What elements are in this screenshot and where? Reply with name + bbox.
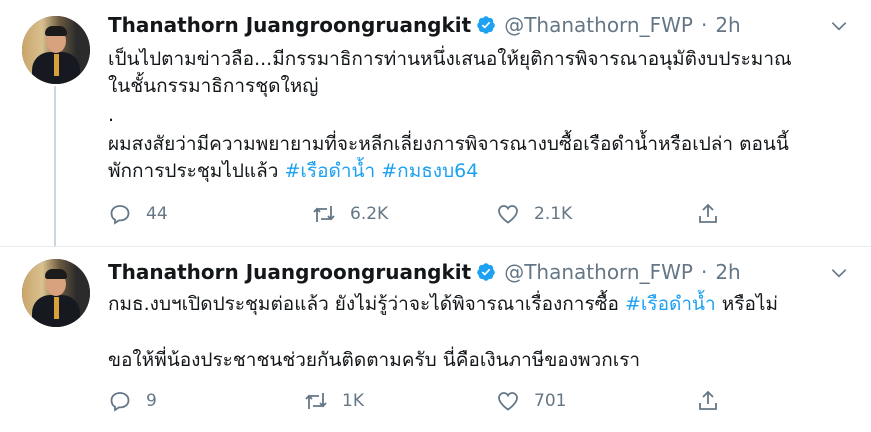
tweet-text-line: ผมสงสัยว่ามีความพยายามที่จะหลีกเลี่ยงการ… (108, 133, 789, 155)
tweet-text-dot: . (108, 102, 853, 129)
tweet-text-line: ในชั้นกรรมาธิการชุดใหญ่ (108, 75, 319, 97)
tweet-text-line: พักการประชุมไปแล้ว (108, 160, 285, 182)
retweet-button[interactable]: 1K (304, 387, 364, 415)
tweet-header: Thanathorn Juangroongruangkit @Thanathor… (108, 12, 741, 38)
like-button[interactable]: 701 (496, 387, 566, 415)
share-button[interactable] (696, 387, 720, 415)
chevron-down-icon[interactable] (829, 16, 849, 36)
thread-connector-line (54, 86, 56, 246)
like-count: 2.1K (534, 204, 573, 224)
retweet-count: 1K (342, 391, 364, 411)
like-button[interactable]: 2.1K (496, 200, 572, 228)
reply-count: 9 (146, 391, 157, 411)
tweet-text-line: กมธ.งบฯเปิดประชุมต่อแล้ว ยังไม่รู้ว่าจะไ… (108, 293, 626, 315)
tweet-header: Thanathorn Juangroongruangkit @Thanathor… (108, 259, 741, 285)
avatar[interactable] (22, 259, 90, 327)
retweet-icon (305, 393, 327, 409)
tweet-1[interactable]: Thanathorn Juangroongruangkit @Thanathor… (0, 0, 871, 246)
hashtag-link[interactable]: #เรือดำน้ำ (285, 160, 376, 182)
like-icon (498, 392, 518, 411)
tweet-2[interactable]: Thanathorn Juangroongruangkit @Thanathor… (0, 246, 871, 432)
separator-dot: · (700, 260, 708, 284)
hashtag-link[interactable]: #กมธงบ64 (381, 160, 478, 182)
tweet-actions: 44 6.2K 2.1K (108, 200, 748, 228)
tweet-text: เป็นไปตามข่าวลือ...มีกรรมาธิการท่านหนึ่ง… (108, 46, 853, 100)
retweet-button[interactable]: 6.2K (312, 200, 388, 228)
tweet-text: กมธ.งบฯเปิดประชุมต่อแล้ว ยังไม่รู้ว่าจะไ… (108, 291, 853, 318)
verified-badge-icon (477, 16, 495, 34)
share-icon (699, 390, 717, 410)
retweet-count: 6.2K (350, 204, 389, 224)
chevron-down-icon[interactable] (829, 263, 849, 283)
share-icon (699, 203, 717, 223)
user-handle[interactable]: @Thanathorn_FWP (504, 260, 693, 284)
like-icon (498, 205, 518, 224)
retweet-icon (313, 206, 335, 222)
tweet-text-2: ผมสงสัยว่ามีความพยายามที่จะหลีกเลี่ยงการ… (108, 131, 853, 185)
avatar[interactable] (22, 16, 90, 84)
tweet-text-2: ขอให้พี่น้องประชาชนช่วยกันติดตามครับ นี่… (108, 347, 853, 374)
timestamp[interactable]: 2h (715, 260, 740, 284)
tweet-text-line: ขอให้พี่น้องประชาชนช่วยกันติดตามครับ นี่… (108, 349, 641, 371)
like-count: 701 (534, 391, 567, 411)
user-handle[interactable]: @Thanathorn_FWP (504, 13, 693, 37)
share-button[interactable] (696, 200, 720, 228)
timestamp[interactable]: 2h (715, 13, 740, 37)
reply-count: 44 (146, 204, 168, 224)
display-name[interactable]: Thanathorn Juangroongruangkit (108, 260, 471, 284)
tweet-text-line: หรือไม่ (715, 293, 778, 315)
reply-button[interactable]: 44 (108, 200, 168, 228)
display-name[interactable]: Thanathorn Juangroongruangkit (108, 13, 471, 37)
tweet-text-line: เป็นไปตามข่าวลือ...มีกรรมาธิการท่านหนึ่ง… (108, 48, 792, 70)
reply-icon (110, 205, 130, 225)
separator-dot: · (700, 13, 708, 37)
tweet-actions: 9 1K 701 (108, 387, 748, 415)
tweet-text-line: . (108, 104, 115, 126)
reply-icon (110, 392, 130, 412)
reply-button[interactable]: 9 (108, 387, 157, 415)
verified-badge-icon (477, 263, 495, 281)
hashtag-link[interactable]: #เรือดำน้ำ (625, 293, 716, 315)
